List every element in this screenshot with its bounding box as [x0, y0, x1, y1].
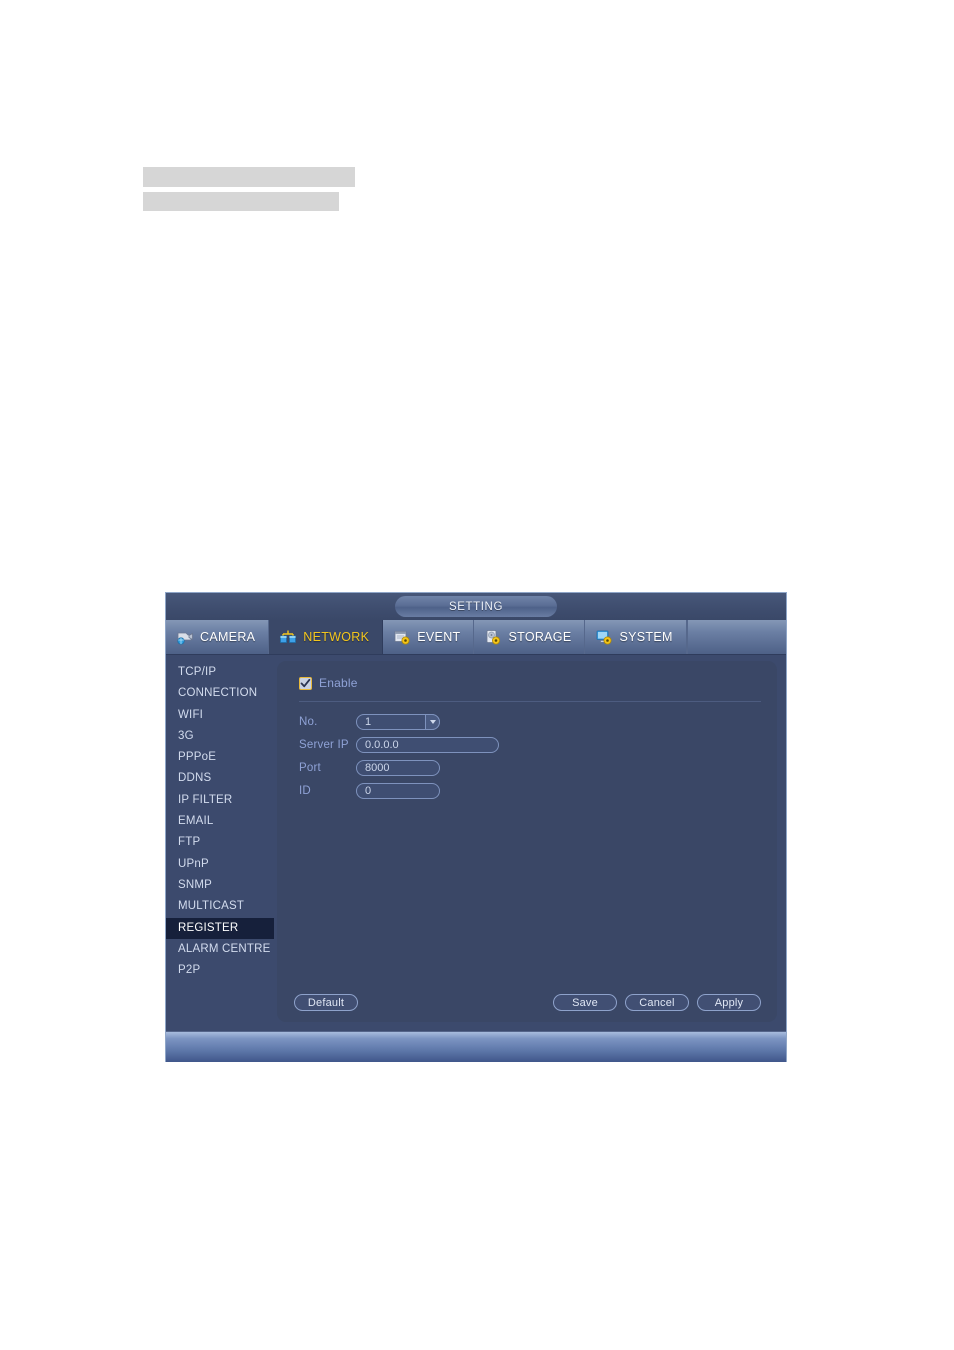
network-icon — [279, 629, 297, 645]
sidebar-item-connection[interactable]: CONNECTION — [166, 683, 274, 704]
sidebar-item-tcpip[interactable]: TCP/IP — [166, 662, 274, 683]
network-sidebar: TCP/IP CONNECTION WIFI 3G PPPoE DDNS IP … — [166, 655, 274, 1031]
enable-checkbox[interactable] — [299, 676, 312, 690]
tab-system-label: SYSTEM — [619, 630, 673, 644]
tab-system[interactable]: SYSTEM — [585, 620, 687, 654]
register-form: No. 1 Server IP 0.0.0.0 Port 8000 ID 0 — [299, 711, 761, 802]
port-input[interactable]: 8000 — [356, 760, 440, 776]
tab-event-label: EVENT — [417, 630, 461, 644]
setting-window: SETTING CAMERA NETWORK EVENT STORAGE SYS… — [165, 592, 787, 1062]
redacted-text-bar — [143, 192, 339, 211]
server-ip-row: Server IP 0.0.0.0 — [299, 734, 761, 756]
window-title: SETTING — [395, 596, 557, 617]
panel-divider — [299, 701, 761, 702]
server-ip-input[interactable]: 0.0.0.0 — [356, 737, 499, 753]
window-footer — [166, 1031, 786, 1062]
sidebar-item-ftp[interactable]: FTP — [166, 832, 274, 853]
sidebar-item-register[interactable]: REGISTER — [166, 917, 274, 939]
tab-event[interactable]: EVENT — [383, 620, 475, 654]
id-label: ID — [299, 785, 311, 797]
sidebar-item-alarm-centre[interactable]: ALARM CENTRE — [166, 939, 274, 960]
id-row: ID 0 — [299, 780, 761, 802]
sidebar-item-multicast[interactable]: MULTICAST — [166, 896, 274, 917]
register-settings-panel: Enable No. 1 Server IP 0.0.0.0 Port 8000… — [277, 661, 777, 1022]
system-icon — [595, 629, 613, 645]
port-label: Port — [299, 762, 321, 774]
window-titlebar: SETTING — [166, 593, 786, 620]
server-ip-label: Server IP — [299, 739, 349, 751]
sidebar-item-wifi[interactable]: WIFI — [166, 705, 274, 726]
redacted-text-bar — [143, 167, 355, 187]
id-input[interactable]: 0 — [356, 783, 440, 799]
event-icon — [393, 629, 411, 645]
cancel-button[interactable]: Cancel — [625, 994, 689, 1011]
no-row: No. 1 — [299, 711, 761, 733]
content-wrapper: Enable No. 1 Server IP 0.0.0.0 Port 8000… — [274, 655, 786, 1031]
no-label: No. — [299, 716, 318, 728]
sidebar-item-email[interactable]: EMAIL — [166, 811, 274, 832]
camera-icon — [176, 629, 194, 645]
sidebar-item-pppoe[interactable]: PPPoE — [166, 747, 274, 768]
enable-row: Enable — [299, 675, 761, 691]
no-select-wrap: 1 — [356, 714, 440, 730]
panel-button-row: Default Save Cancel Apply — [294, 994, 761, 1011]
chevron-down-icon[interactable] — [425, 714, 440, 730]
storage-icon — [484, 629, 502, 645]
sidebar-item-ddns[interactable]: DDNS — [166, 768, 274, 789]
sidebar-item-ip-filter[interactable]: IP FILTER — [166, 790, 274, 811]
sidebar-item-upnp[interactable]: UPnP — [166, 854, 274, 875]
main-tab-bar: CAMERA NETWORK EVENT STORAGE SYSTEM — [166, 620, 786, 655]
window-body: TCP/IP CONNECTION WIFI 3G PPPoE DDNS IP … — [166, 655, 786, 1031]
sidebar-item-3g[interactable]: 3G — [166, 726, 274, 747]
tab-network[interactable]: NETWORK — [269, 620, 384, 654]
sidebar-item-snmp[interactable]: SNMP — [166, 875, 274, 896]
tab-storage-label: STORAGE — [508, 630, 572, 644]
tab-camera[interactable]: CAMERA — [166, 620, 270, 654]
default-button[interactable]: Default — [294, 994, 358, 1011]
save-button[interactable]: Save — [553, 994, 617, 1011]
tab-network-label: NETWORK — [303, 630, 370, 644]
port-row: Port 8000 — [299, 757, 761, 779]
tab-storage[interactable]: STORAGE — [474, 620, 586, 654]
apply-button[interactable]: Apply — [697, 994, 761, 1011]
enable-label: Enable — [319, 676, 358, 690]
sidebar-item-p2p[interactable]: P2P — [166, 960, 274, 981]
tab-camera-label: CAMERA — [200, 630, 256, 644]
tab-bar-filler — [686, 620, 786, 654]
